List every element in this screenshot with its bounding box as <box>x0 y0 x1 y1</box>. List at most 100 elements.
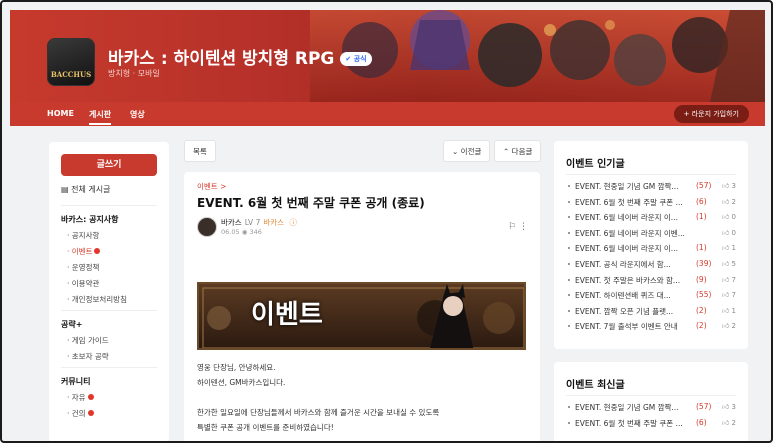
list-item[interactable]: EVENT. 공식 라운지에서 함... (39) 👍︎ 5 <box>566 257 736 273</box>
like-count: 👍︎ 7 <box>721 275 736 284</box>
comment-count: (57) <box>696 181 712 190</box>
sidebar-item-suggestion[interactable]: · 건의 <box>67 408 157 419</box>
post-actions: ⚐ ⋮ <box>508 222 528 232</box>
sidebar-item-privacy[interactable]: · 개인정보처리방침 <box>67 294 157 305</box>
write-button[interactable]: 글쓰기 <box>61 154 157 176</box>
divider <box>61 205 157 206</box>
comment-count: (2) <box>696 321 707 331</box>
post-body-line: 한가한 일요일에 단장님들께서 바카스와 함께 즐거운 시간을 보내실 수 있도… <box>197 408 440 417</box>
post-body-line: 하이텐션, GM바카스입니다. <box>197 378 286 387</box>
list-item[interactable]: EVENT. 하이텐션배 퀴즈 대... (55) 👍︎ 7 <box>566 288 736 304</box>
next-post-button[interactable]: ⌃ 다음글 <box>494 140 542 162</box>
bookmark-icon[interactable]: ⚐ <box>508 222 516 232</box>
post-link-title: EVENT. 6월 첫 번째 주말 쿠폰 ... <box>575 418 683 428</box>
banner-artwork <box>310 10 765 102</box>
comment-count: (6) <box>696 196 707 206</box>
sidebar-item-policy[interactable]: · 운영정책 <box>67 262 157 273</box>
like-count: 👍︎ 5 <box>721 259 736 268</box>
prev-post-button[interactable]: ⌄ 이전글 <box>443 140 491 162</box>
nav-video[interactable]: 영상 <box>130 109 145 120</box>
post-link-title: EVENT. 공식 라운지에서 함... <box>575 259 671 269</box>
list-item[interactable]: EVENT. 첫 주말은 바카스와 함... (9) 👍︎ 7 <box>566 273 736 289</box>
post-content: 이벤트 > EVENT. 6월 첫 번째 주말 쿠폰 공개 (종료) 바카스 LV… <box>184 172 540 441</box>
list-item[interactable]: EVENT. 6월 첫 번째 주말 쿠폰 ... (6) 👍︎ 2 <box>566 416 736 432</box>
event-banner-text: 이벤트 <box>251 300 323 330</box>
nav-board[interactable]: 게시판 <box>89 109 112 125</box>
thumbs-up-icon: 👍︎ <box>721 403 730 411</box>
board-sidebar: 글쓰기 ▤ 전체 게시글 바카스: 공지사항 · 공지사항 · 이벤트 · 운영… <box>49 142 169 441</box>
new-badge-icon <box>87 410 94 416</box>
game-banner: BACCHUS 바카스 : 하이텐션 방치형 RPG ✔ 공식 방치형 · 모바일 <box>10 10 765 102</box>
like-count: 👍︎ 7 <box>721 291 736 300</box>
all-posts-link[interactable]: ▤ 전체 게시글 <box>61 184 157 195</box>
sidebar-item-game-guide[interactable]: · 게임 가이드 <box>67 335 157 346</box>
author-info: 바카스 LV 7 바카스 ⓘ <box>221 217 297 228</box>
list-item[interactable]: EVENT. 6월 네이버 라운지 이... (1) 👍︎ 0 <box>566 210 736 226</box>
post-link-title: EVENT. 깜짝 오픈 기념 플랫... <box>575 306 674 316</box>
game-icon: BACCHUS <box>47 38 95 86</box>
like-count: 👍︎ 0 <box>721 228 736 237</box>
list-item[interactable]: EVENT. 6월 네이버 라운지 이벤... 👍︎ 0 <box>566 226 736 242</box>
comment-count: (57) <box>696 402 712 411</box>
browser-frame: BACCHUS 바카스 : 하이텐션 방치형 RPG ✔ 공식 방치형 · 모바일… <box>0 0 773 443</box>
post-link-title: EVENT. 6월 첫 번째 주말 쿠폰 ... <box>575 197 683 207</box>
thumbs-up-icon: 👍︎ <box>721 322 730 331</box>
thumbs-up-icon: 👍︎ <box>721 306 730 315</box>
chevron-up-icon: ⌃ <box>503 147 512 156</box>
list-item[interactable]: EVENT. 7월 출석부 이벤트 안내 (2) 👍︎ 2 <box>566 319 736 335</box>
more-icon[interactable]: ⋮ <box>519 222 528 232</box>
divider <box>61 310 157 311</box>
like-count: 👍︎ 2 <box>721 418 736 427</box>
breadcrumb[interactable]: 이벤트 > <box>197 181 226 192</box>
post-date: 06.05 <box>221 228 240 236</box>
post-link-title: EVENT. 6월 네이버 라운지 이벤... <box>575 228 685 238</box>
post-title: EVENT. 6월 첫 번째 주말 쿠폰 공개 (종료) <box>197 196 425 210</box>
list-item[interactable]: EVENT. 현중일 기념 GM 깜짝... (57) 👍︎ 3 <box>566 179 736 195</box>
section-community-title: 커뮤니티 <box>61 377 91 386</box>
like-count: 👍︎ 3 <box>721 182 736 190</box>
join-lounge-button[interactable]: + 라운지 가입하기 <box>673 105 749 123</box>
author-level: LV 7 <box>244 218 261 227</box>
like-count: 👍︎ 1 <box>721 306 736 315</box>
new-badge-icon <box>87 394 94 400</box>
like-count: 👍︎ 1 <box>721 244 736 253</box>
comment-count: (1) <box>696 243 707 253</box>
avatar[interactable] <box>197 217 217 237</box>
sidebar-item-terms[interactable]: · 이용약관 <box>67 278 157 289</box>
game-icon-logo: BACCHUS <box>50 70 92 79</box>
list-item[interactable]: EVENT. 6월 첫 번째 주말 쿠폰 ... (6) 👍︎ 2 <box>566 195 736 211</box>
thumbs-up-icon: 👍︎ <box>721 275 730 284</box>
post-link-title: EVENT. 6월 네이버 라운지 이... <box>575 213 678 223</box>
list-item[interactable]: EVENT. 6월 네이버 라운지 이... (1) 👍︎ 1 <box>566 241 736 257</box>
author-name[interactable]: 바카스 <box>221 218 242 227</box>
latest-posts-panel: 이벤트 최신글 EVENT. 현중일 기념 GM 깜짝... (57) 👍︎ 3 EV… <box>554 362 748 441</box>
author-role: 바카스 <box>263 218 285 227</box>
thumbs-up-icon: 👍︎ <box>721 418 730 427</box>
post-link-title: EVENT. 첫 주말은 바카스와 함... <box>575 275 681 285</box>
list-button[interactable]: 목록 <box>184 140 216 162</box>
comment-count: (6) <box>696 417 707 427</box>
sidebar-item-event[interactable]: · 이벤트 <box>67 246 157 257</box>
sidebar-item-notice[interactable]: · 공지사항 <box>67 230 157 241</box>
thumbs-up-icon: 👍︎ <box>721 291 730 300</box>
latest-panel-title: 이벤트 최신글 <box>566 380 625 391</box>
popular-posts-panel: 이벤트 인기글 EVENT. 현중일 기념 GM 깜짝... (57) 👍︎ 3 EV… <box>554 141 748 349</box>
like-count: 👍︎ 2 <box>721 322 736 331</box>
nav-home[interactable]: HOME <box>47 109 74 118</box>
sidebar-item-free[interactable]: · 자유 <box>67 392 157 403</box>
divider <box>566 174 736 175</box>
post-link-title: EVENT. 6월 네이버 라운지 이... <box>575 244 678 254</box>
post-link-title: EVENT. 하이텐션배 퀴즈 대... <box>575 291 671 301</box>
like-count: 👍︎ 2 <box>721 197 736 206</box>
event-banner-art <box>202 284 524 348</box>
new-badge-icon <box>94 248 101 254</box>
thumbs-up-icon: 👍︎ <box>721 228 730 237</box>
thumbs-up-icon: 👍︎ <box>721 244 730 253</box>
sidebar-item-beginner-guide[interactable]: · 초보자 공략 <box>67 351 157 362</box>
like-count: 👍︎ 0 <box>721 213 736 222</box>
list-item[interactable]: EVENT. 현중일 기념 GM 깜짝... (57) 👍︎ 3 <box>566 400 736 416</box>
post-body-line: 특별한 쿠폰 공개 이벤트를 준비하였습니다! <box>197 423 334 432</box>
thumbs-up-icon: 👍︎ <box>721 259 730 268</box>
post-body-line: 영웅 단장님, 안녕하세요. <box>197 363 276 372</box>
list-item[interactable]: EVENT. 깜짝 오픈 기념 플랫... (2) 👍︎ 1 <box>566 304 736 320</box>
